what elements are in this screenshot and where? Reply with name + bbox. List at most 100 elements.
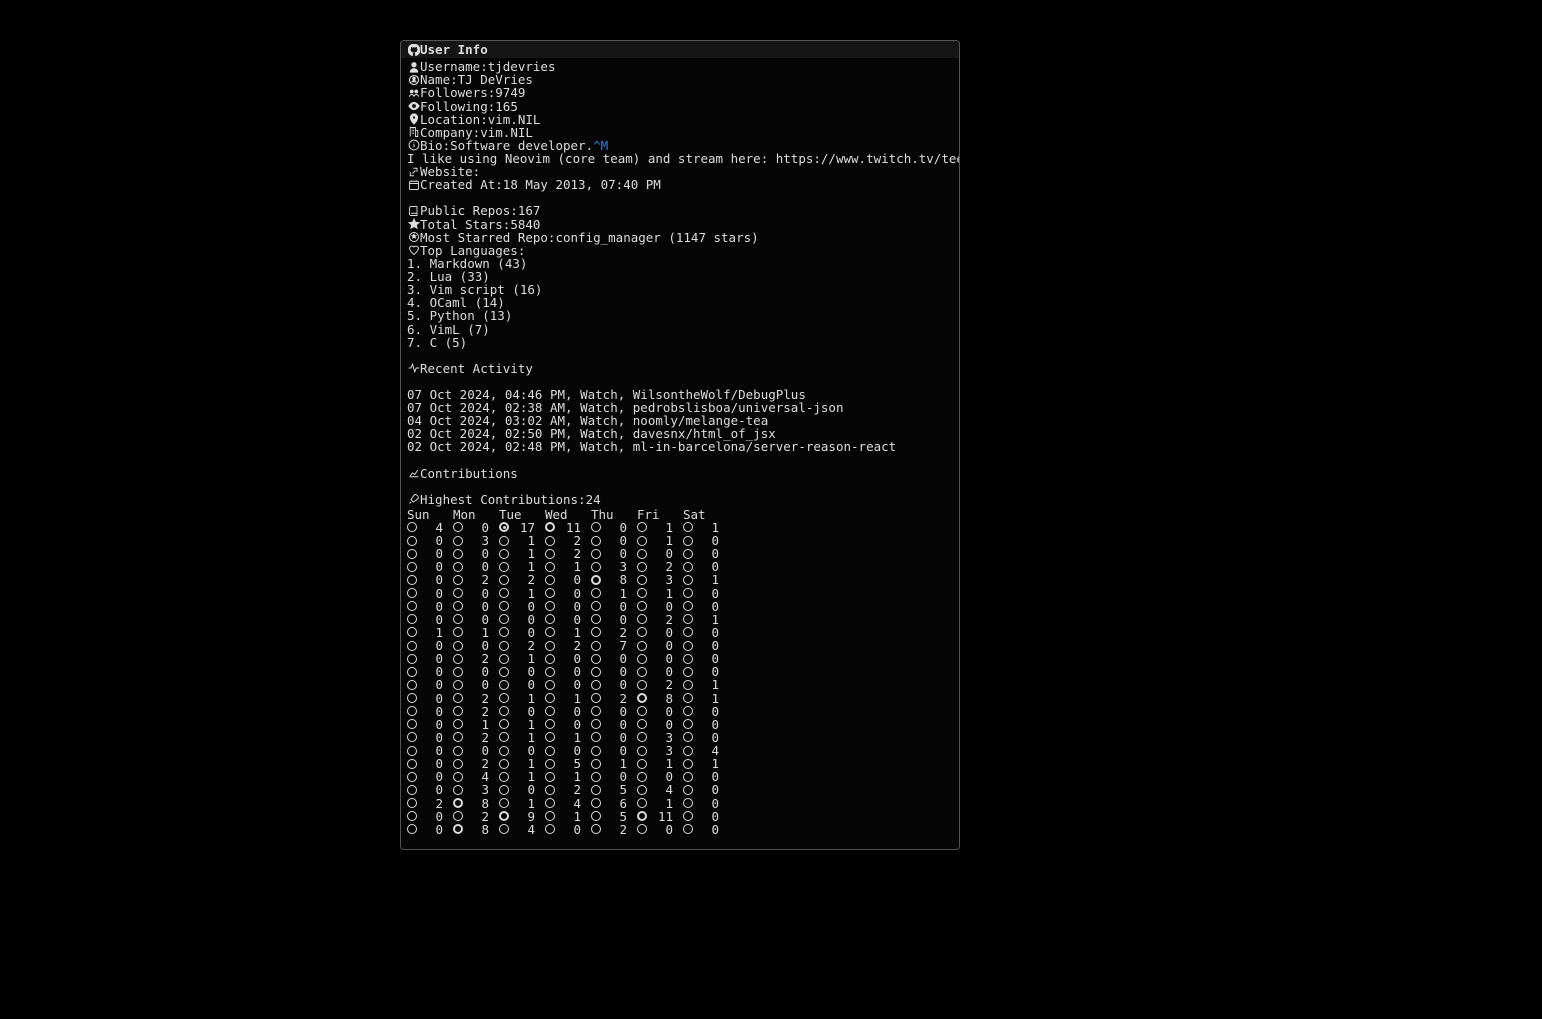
contrib-value: 5 <box>607 810 627 823</box>
contrib-circle <box>545 719 555 729</box>
contrib-circle <box>637 732 647 742</box>
contrib-cell: 2 <box>407 797 453 810</box>
contrib-circle <box>683 732 693 742</box>
contrib-circle <box>683 562 693 572</box>
contrib-cell: 17 <box>499 521 545 534</box>
contrib-value: 0 <box>515 783 535 796</box>
created-row: Created At: 18 May 2013, 07:40 PM <box>407 178 953 191</box>
contrib-cell: 5 <box>591 783 637 796</box>
contrib-cell: 0 <box>499 613 545 626</box>
contrib-value: 0 <box>607 718 627 731</box>
contrib-value: 1 <box>607 587 627 600</box>
contrib-circle <box>637 824 647 834</box>
contrib-cell: 1 <box>453 718 499 731</box>
contrib-circle <box>591 811 601 821</box>
contrib-circle <box>499 785 509 795</box>
contrib-cell: 0 <box>591 613 637 626</box>
contrib-cell: 0 <box>683 665 729 678</box>
contrib-circle <box>545 549 555 559</box>
contrib-value: 0 <box>699 705 719 718</box>
contrib-cell: 0 <box>453 744 499 757</box>
contrib-circle <box>545 824 555 834</box>
contrib-cell: 0 <box>683 639 729 652</box>
contrib-value: 1 <box>515 718 535 731</box>
contrib-circle <box>453 641 463 651</box>
contrib-circle <box>545 759 555 769</box>
contrib-value: 0 <box>561 718 581 731</box>
contrib-value: 0 <box>423 823 443 836</box>
contrib-circle <box>499 759 509 769</box>
contrib-cell: 0 <box>499 665 545 678</box>
contrib-cell: 0 <box>453 678 499 691</box>
contrib-circle <box>683 549 693 559</box>
contrib-cell: 0 <box>453 600 499 613</box>
contrib-cell: 0 <box>407 573 453 586</box>
contrib-cell: 0 <box>591 600 637 613</box>
contrib-cell: 1 <box>499 770 545 783</box>
contrib-cell: 2 <box>637 560 683 573</box>
contrib-circle <box>683 654 693 664</box>
contrib-circle <box>683 759 693 769</box>
contrib-value: 6 <box>607 797 627 810</box>
contrib-value: 8 <box>653 692 673 705</box>
contrib-cell: 0 <box>683 587 729 600</box>
contrib-circle <box>591 667 601 677</box>
contrib-circle <box>407 667 417 677</box>
contrib-cell: 0 <box>591 547 637 560</box>
contrib-cell: 1 <box>637 797 683 810</box>
recent-activity-header: Recent Activity <box>407 362 953 375</box>
contrib-circle <box>683 798 693 808</box>
contrib-circle <box>453 732 463 742</box>
contrib-cell: 0 <box>545 652 591 665</box>
contrib-circle <box>407 719 417 729</box>
contrib-circle <box>637 536 647 546</box>
contrib-cell: 9 <box>499 810 545 823</box>
contrib-cell: 0 <box>683 652 729 665</box>
contrib-cell: 0 <box>499 626 545 639</box>
contrib-circle <box>499 798 509 808</box>
contrib-cell: 0 <box>499 783 545 796</box>
panel-title: User Info <box>401 41 959 58</box>
contributions-header: Contributions <box>407 467 953 480</box>
contrib-cell: 0 <box>545 718 591 731</box>
contrib-cell: 1 <box>591 587 637 600</box>
contrib-cell: 1 <box>545 731 591 744</box>
contrib-cell: 0 <box>407 731 453 744</box>
contrib-cell: 0 <box>545 705 591 718</box>
contrib-circle <box>407 706 417 716</box>
contrib-cell: 0 <box>637 626 683 639</box>
highest-contributions-row: Highest Contributions: 24 <box>407 493 953 506</box>
contrib-cell: 4 <box>545 797 591 810</box>
contrib-cell: 1 <box>637 521 683 534</box>
contrib-cell: 2 <box>545 639 591 652</box>
activity-list: 07 Oct 2024, 04:46 PM, Watch, WilsontheW… <box>407 388 953 454</box>
contrib-cell: 0 <box>683 626 729 639</box>
contrib-cell: 0 <box>637 600 683 613</box>
github-user-panel: User Info Username: tjdevries Name: TJ D… <box>400 40 960 850</box>
contrib-circle <box>683 641 693 651</box>
contrib-cell: 0 <box>407 534 453 547</box>
contrib-circle <box>545 746 555 756</box>
contrib-value: 0 <box>607 613 627 626</box>
contrib-cell: 0 <box>637 652 683 665</box>
contrib-row: 0110000 <box>407 718 953 731</box>
contrib-circle <box>453 824 463 834</box>
contrib-circle <box>499 693 509 703</box>
contrib-cell: 0 <box>683 600 729 613</box>
contrib-circle <box>453 719 463 729</box>
contrib-value: 0 <box>699 600 719 613</box>
contrib-cell: 0 <box>591 744 637 757</box>
contrib-value: 0 <box>423 783 443 796</box>
contrib-day-headers: SunMonTueWedThuFriSat <box>407 508 953 521</box>
contrib-value: 1 <box>515 692 535 705</box>
contrib-cell: 2 <box>453 731 499 744</box>
contrib-cell: 0 <box>591 678 637 691</box>
contrib-cell: 4 <box>407 521 453 534</box>
contrib-value: 0 <box>699 587 719 600</box>
contrib-cell: 2 <box>499 639 545 652</box>
contrib-value: 4 <box>515 823 535 836</box>
contrib-circle <box>545 667 555 677</box>
contrib-value: 1 <box>515 797 535 810</box>
contrib-circle <box>545 536 555 546</box>
contrib-circle <box>453 746 463 756</box>
